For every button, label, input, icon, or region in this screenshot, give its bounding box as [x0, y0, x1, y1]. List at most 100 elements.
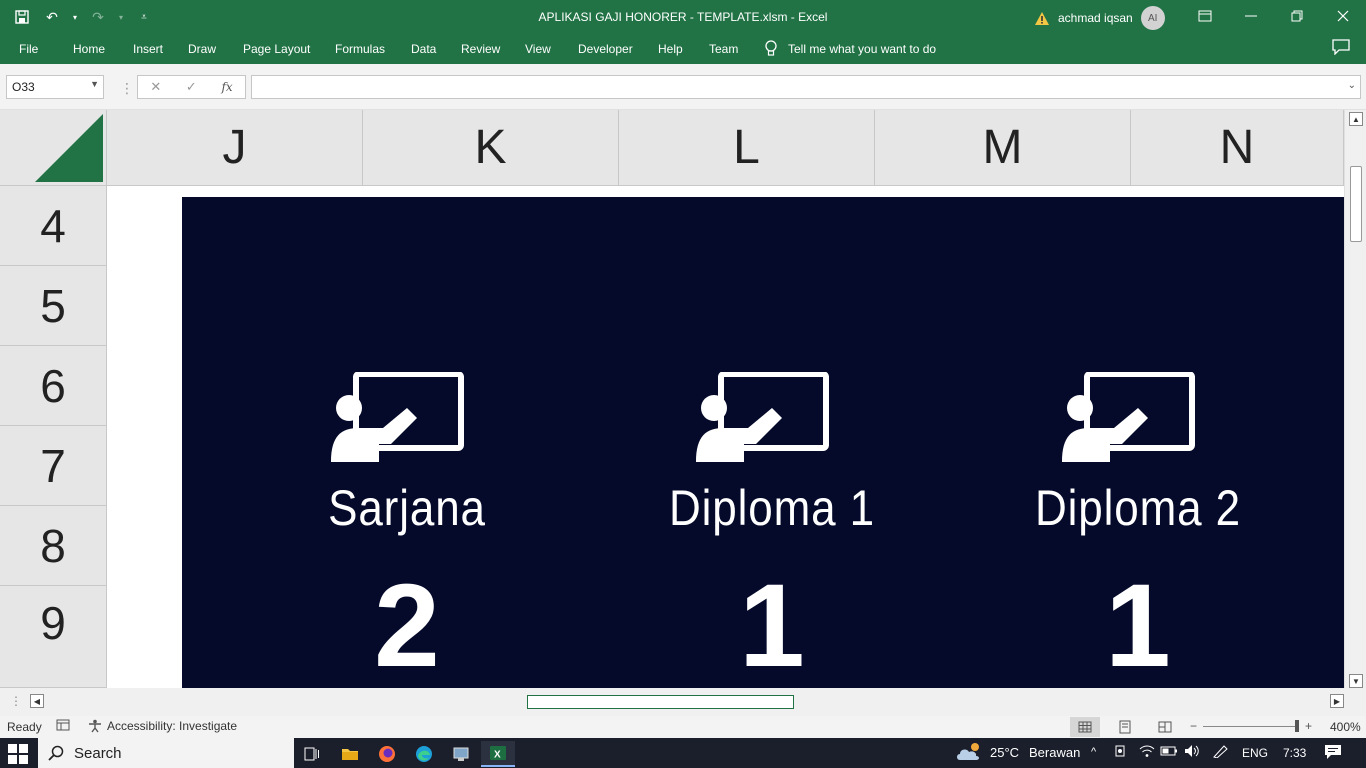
firefox-icon[interactable] — [370, 741, 404, 767]
horizontal-scrollbar[interactable]: ⋮ ◀ ▶ — [0, 688, 1366, 716]
row-header-8[interactable]: 8 — [0, 506, 107, 586]
volume-icon[interactable] — [1184, 744, 1202, 761]
save-icon[interactable] — [10, 6, 34, 28]
file-explorer-icon[interactable] — [333, 741, 367, 767]
scroll-up-icon[interactable]: ▲ — [1349, 112, 1363, 126]
close-button[interactable] — [1320, 0, 1366, 32]
page-layout-view-button[interactable] — [1110, 717, 1140, 737]
tab-developer[interactable]: Developer — [578, 42, 633, 56]
weather-temperature[interactable]: 25°C — [990, 745, 1019, 760]
comments-button[interactable] — [1332, 39, 1350, 60]
tab-view[interactable]: View — [525, 42, 551, 56]
tab-file[interactable]: File — [19, 42, 38, 56]
row-header-9[interactable]: 9 — [0, 586, 107, 688]
splitter-icon[interactable]: ⋮ — [120, 80, 134, 97]
task-view-icon[interactable] — [295, 741, 329, 767]
tab-team[interactable]: Team — [709, 42, 738, 56]
card-label: Diploma 2 — [1034, 480, 1242, 536]
pen-icon[interactable] — [1212, 744, 1230, 761]
tab-draw[interactable]: Draw — [188, 42, 216, 56]
wifi-icon[interactable] — [1139, 744, 1155, 761]
zoom-track[interactable] — [1203, 719, 1300, 732]
taskbar-search[interactable]: Search — [38, 738, 294, 768]
page-break-view-button[interactable] — [1150, 717, 1180, 737]
clock-time[interactable]: 7:33 — [1283, 746, 1306, 760]
tab-data[interactable]: Data — [411, 42, 436, 56]
search-icon — [48, 745, 64, 761]
macro-recording-icon[interactable] — [56, 719, 70, 734]
status-ready: Ready — [7, 720, 42, 734]
zoom-slider[interactable]: − + — [1190, 719, 1312, 733]
tell-me-search[interactable]: Tell me what you want to do — [764, 40, 936, 58]
tab-help[interactable]: Help — [658, 42, 683, 56]
tab-insert[interactable]: Insert — [133, 42, 163, 56]
horizontal-scroll-thumb[interactable] — [527, 695, 794, 709]
row-header-7[interactable]: 7 — [0, 426, 107, 506]
row-header-6[interactable]: 6 — [0, 346, 107, 426]
teacher-board-icon — [1062, 372, 1195, 462]
zoom-thumb[interactable] — [1295, 719, 1300, 732]
restore-icon — [1291, 10, 1303, 22]
avatar[interactable]: AI — [1140, 6, 1165, 30]
close-icon — [1337, 10, 1349, 22]
scroll-down-icon[interactable]: ▼ — [1349, 674, 1363, 688]
vertical-scroll-thumb[interactable] — [1350, 166, 1362, 242]
row-header-5[interactable]: 5 — [0, 266, 107, 346]
tell-me-text: Tell me what you want to do — [788, 42, 937, 56]
zoom-out-icon[interactable]: − — [1190, 719, 1197, 733]
column-header-l[interactable]: L — [619, 110, 875, 186]
select-all-corner[interactable] — [0, 110, 107, 186]
normal-view-button[interactable] — [1070, 717, 1100, 737]
sheet-tab-splitter-icon[interactable]: ⋮ — [10, 694, 22, 708]
network-app-icon[interactable] — [444, 741, 478, 767]
status-bar: Ready Accessibility: Investigate − + 400… — [0, 716, 1366, 738]
column-header-k[interactable]: K — [363, 110, 619, 186]
weather-description[interactable]: Berawan — [1029, 745, 1080, 760]
input-language[interactable]: ENG — [1242, 746, 1268, 760]
normal-view-icon — [1078, 721, 1092, 733]
scroll-left-icon[interactable]: ◀ — [30, 694, 44, 708]
redo-icon[interactable]: ↷ — [86, 6, 110, 28]
windows-taskbar: Search X 25°C Berawan ^ ENG 7:33 — [0, 738, 1366, 768]
formula-buttons: ✕ ✓ fx — [137, 75, 246, 99]
weather-cloud-icon[interactable] — [956, 742, 984, 765]
column-header-j[interactable]: J — [107, 110, 363, 186]
excel-taskbar-icon[interactable]: X — [481, 741, 515, 767]
chevron-up-icon[interactable]: ^ — [1091, 746, 1096, 758]
meet-now-icon[interactable] — [1114, 744, 1128, 763]
undo-dropdown-icon[interactable]: ▾ — [70, 6, 80, 28]
vertical-scrollbar[interactable]: ▲ ▼ — [1344, 110, 1366, 688]
accessibility-icon — [89, 719, 101, 733]
expand-formula-icon[interactable]: ⌄ — [1348, 80, 1356, 91]
undo-icon[interactable]: ↶ — [40, 6, 64, 28]
chevron-down-icon[interactable]: ▼ — [90, 79, 99, 89]
tab-formulas[interactable]: Formulas — [335, 42, 385, 56]
edge-icon[interactable] — [407, 741, 441, 767]
notifications-icon[interactable] — [1324, 744, 1342, 763]
restore-button[interactable] — [1274, 0, 1320, 32]
insert-function-icon[interactable]: fx — [221, 80, 232, 94]
name-box[interactable]: O33 ▼ — [6, 75, 104, 99]
cancel-icon[interactable]: ✕ — [150, 79, 161, 95]
zoom-level[interactable]: 400% — [1330, 720, 1361, 734]
teacher-board-icon — [331, 372, 464, 462]
tab-review[interactable]: Review — [461, 42, 500, 56]
user-account[interactable]: achmad iqsan AI — [1034, 6, 1165, 30]
lightbulb-icon — [765, 40, 777, 56]
zoom-in-icon[interactable]: + — [1305, 719, 1312, 733]
column-header-m[interactable]: M — [875, 110, 1131, 186]
redo-dropdown-icon[interactable]: ▾ — [116, 6, 126, 28]
row-header-4[interactable]: 4 — [0, 186, 107, 266]
windows-start-icon[interactable] — [8, 744, 28, 764]
enter-icon[interactable]: ✓ — [186, 79, 197, 95]
scroll-right-icon[interactable]: ▶ — [1330, 694, 1344, 708]
ribbon-display-options-button[interactable] — [1182, 0, 1228, 32]
battery-icon[interactable] — [1160, 744, 1178, 761]
customize-qat-icon[interactable]: ⩡ — [132, 6, 156, 28]
minimize-button[interactable] — [1228, 0, 1274, 32]
tab-home[interactable]: Home — [73, 42, 105, 56]
formula-input[interactable]: ⌄ — [251, 75, 1361, 99]
column-header-n[interactable]: N — [1131, 110, 1344, 186]
tab-page-layout[interactable]: Page Layout — [243, 42, 310, 56]
accessibility-checker[interactable]: Accessibility: Investigate — [88, 719, 237, 733]
